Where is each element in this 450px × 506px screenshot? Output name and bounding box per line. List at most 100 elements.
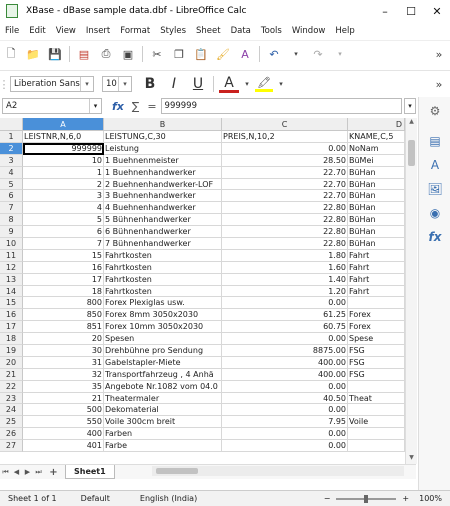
cell-c[interactable]: 22.80	[222, 226, 348, 239]
cell-b[interactable]: Spesen	[104, 333, 222, 346]
header-cell[interactable]: LEISTNR,N,6,0	[23, 131, 104, 143]
cell-b[interactable]: 1 Buehnenhandwerker	[104, 166, 222, 179]
cell-d[interactable]: Fahrt	[348, 273, 405, 286]
cell-a[interactable]: 31	[23, 356, 104, 369]
copy-icon[interactable]: ❐	[170, 45, 188, 63]
cell-c[interactable]: 400.00	[222, 368, 348, 381]
cell-b[interactable]: Theatermaler	[104, 392, 222, 405]
column-header-c[interactable]: C	[222, 118, 348, 131]
cell-d[interactable]: BüHan	[348, 202, 405, 215]
close-button[interactable]: ✕	[424, 5, 450, 18]
zoom-out-icon[interactable]: −	[322, 494, 333, 503]
cut-icon[interactable]: ✂	[148, 45, 166, 63]
cell-d[interactable]: BüHan	[348, 238, 405, 250]
cell-a[interactable]: 1	[23, 166, 104, 179]
cell-d[interactable]: Theat	[348, 392, 405, 405]
cell-d[interactable]	[348, 428, 405, 441]
cell-d[interactable]: BüHan	[348, 178, 405, 191]
row-header[interactable]: 23	[0, 392, 23, 405]
name-box[interactable]: A2 ▾	[2, 98, 102, 114]
zoom-in-icon[interactable]: +	[400, 494, 411, 503]
scroll-down-icon[interactable]: ▼	[406, 454, 417, 464]
cell-c[interactable]: 0.00	[222, 440, 348, 453]
cell-b[interactable]: Leistung	[104, 142, 222, 155]
row-header[interactable]: 22	[0, 380, 23, 393]
row-header[interactable]: 2	[0, 142, 23, 155]
cell-d[interactable]: Fahrt	[348, 249, 405, 262]
clear-formatting-icon[interactable]: A	[236, 45, 254, 63]
header-cell[interactable]: LEISTUNG,C,30	[104, 131, 222, 143]
row-header[interactable]: 15	[0, 297, 23, 310]
cell-a[interactable]: 2	[23, 178, 104, 191]
menu-tools[interactable]: Tools	[256, 26, 287, 36]
cell-d[interactable]: FSG	[348, 356, 405, 369]
menu-insert[interactable]: Insert	[81, 26, 115, 36]
header-cell[interactable]: PREIS,N,10,2	[222, 131, 348, 143]
row-header[interactable]: 5	[0, 178, 23, 191]
cell-b[interactable]: Farbe	[104, 440, 222, 453]
menu-window[interactable]: Window	[287, 26, 331, 36]
cell-a[interactable]: 30	[23, 345, 104, 357]
menu-styles[interactable]: Styles	[155, 26, 191, 36]
cell-b[interactable]: Fahrtkosten	[104, 285, 222, 298]
formula-input[interactable]: 999999	[160, 98, 402, 114]
cell-b[interactable]: 2 Buehnenhandwerker-LOF	[104, 178, 222, 191]
cell-a[interactable]: 500	[23, 404, 104, 417]
bold-button[interactable]: B	[140, 74, 160, 94]
paste-icon[interactable]: 📋	[192, 45, 210, 63]
row-header[interactable]: 24	[0, 404, 23, 417]
sum-icon[interactable]: ∑	[132, 100, 139, 113]
cell-a[interactable]: 4	[23, 202, 104, 215]
cell-d[interactable]: FSG	[348, 345, 405, 357]
row-header[interactable]: 19	[0, 345, 23, 357]
cell-c[interactable]: 22.80	[222, 238, 348, 250]
cell-b[interactable]: Forex 8mm 3050x2030	[104, 309, 222, 322]
next-sheet-icon[interactable]: ▶	[22, 468, 33, 476]
cell-c[interactable]: 22.70	[222, 178, 348, 191]
properties-icon[interactable]: ▤	[427, 133, 443, 149]
row-header[interactable]: 3	[0, 154, 23, 167]
menu-format[interactable]: Format	[115, 26, 155, 36]
prev-sheet-icon[interactable]: ◀	[11, 468, 22, 476]
cell-a[interactable]: 15	[23, 249, 104, 262]
cell-b[interactable]: Dekomaterial	[104, 404, 222, 417]
cell-c[interactable]: 61.25	[222, 309, 348, 322]
scrollbar-thumb[interactable]	[156, 468, 198, 474]
zoom-level[interactable]: 100%	[411, 494, 450, 503]
sheet-tab-sheet1[interactable]: Sheet1	[65, 465, 115, 479]
cell-c[interactable]: 8875.00	[222, 345, 348, 357]
row-header[interactable]: 25	[0, 416, 23, 429]
cell-a[interactable]: 7	[23, 238, 104, 250]
first-sheet-icon[interactable]: ⏮	[0, 468, 11, 477]
cell-d[interactable]: Spese	[348, 333, 405, 346]
cell-c[interactable]: 22.80	[222, 202, 348, 215]
toolbar-overflow-icon[interactable]: »	[430, 45, 448, 63]
clone-formatting-icon[interactable]: 🖌	[214, 45, 232, 63]
scroll-up-icon[interactable]: ▲	[406, 118, 417, 128]
undo-icon[interactable]: ↶	[265, 45, 283, 63]
cell-c[interactable]: 0.00	[222, 142, 348, 155]
cell-d[interactable]: NoNam	[348, 142, 405, 155]
corner-select-all[interactable]	[0, 118, 23, 131]
print-icon[interactable]: ⎙	[97, 45, 115, 63]
cell-d[interactable]	[348, 297, 405, 310]
row-header[interactable]: 12	[0, 261, 23, 274]
cell-b[interactable]: Forex 10mm 3050x2030	[104, 321, 222, 334]
cell-b[interactable]: Angebote Nr.1082 vom 04.0	[104, 380, 222, 393]
row-header[interactable]: 11	[0, 249, 23, 262]
expand-formula-bar-icon[interactable]: ▾	[404, 98, 416, 114]
navigator-icon[interactable]: ◉	[427, 205, 443, 221]
menu-file[interactable]: File	[0, 26, 24, 36]
row-header[interactable]: 10	[0, 238, 23, 250]
toolbar-overflow-icon[interactable]: »	[430, 75, 448, 93]
cell-c[interactable]: 0.00	[222, 380, 348, 393]
column-header-a[interactable]: A	[23, 118, 104, 131]
cell-a[interactable]: 800	[23, 297, 104, 310]
cell-b[interactable]: Drehbühne pro Sendung	[104, 345, 222, 357]
cell-d[interactable]	[348, 380, 405, 393]
gear-icon[interactable]: ⚙	[427, 103, 443, 119]
cell-a[interactable]: 550	[23, 416, 104, 429]
row-header[interactable]: 1	[0, 131, 23, 143]
language-indicator[interactable]: English (India)	[132, 494, 205, 503]
page-style[interactable]: Default	[73, 494, 118, 503]
